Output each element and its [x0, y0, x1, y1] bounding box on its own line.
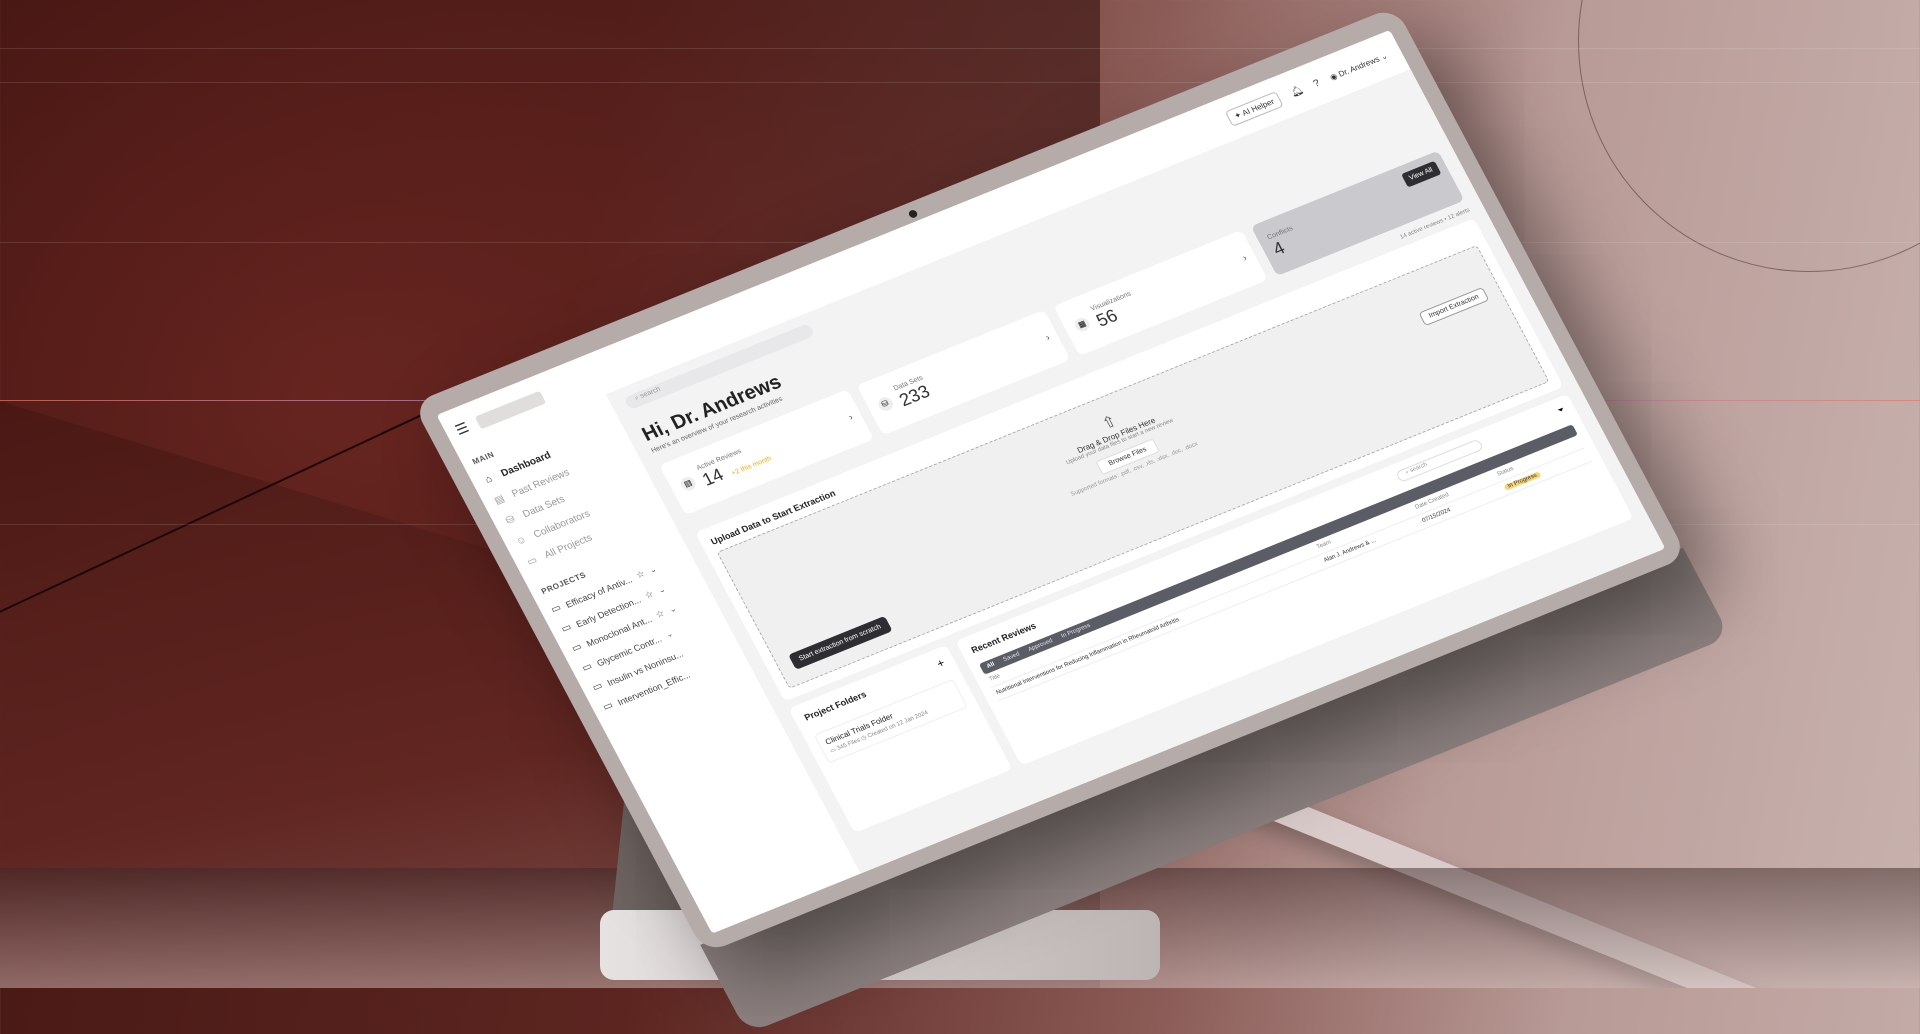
chevron-down-icon[interactable]: ⌄ [648, 565, 658, 576]
folder-icon: ▭ [525, 554, 540, 569]
guide-line [0, 48, 1920, 49]
star-icon[interactable]: ☆ [654, 608, 667, 621]
menu-icon[interactable]: ☰ [452, 419, 472, 439]
home-icon: ⌂ [483, 473, 495, 486]
presentation-icon: ▦ [1072, 315, 1093, 334]
star-icon[interactable]: ☆ [643, 589, 656, 602]
start-extraction-button[interactable]: Start extraction from scratch [788, 616, 893, 670]
folder-icon: ▭ [601, 699, 616, 714]
folder-icon: ▭ [580, 660, 595, 675]
chevron-right-icon: › [846, 411, 856, 424]
database-icon: ⛁ [875, 395, 896, 414]
star-icon[interactable]: ☆ [634, 568, 647, 581]
stat-delta: +2 this month [730, 455, 773, 478]
view-all-button[interactable]: View All [1400, 160, 1442, 188]
folder-icon: ▭ [590, 680, 605, 694]
logo [474, 390, 546, 430]
chevron-down-icon[interactable]: ⌄ [667, 604, 677, 615]
search-placeholder: search [639, 385, 662, 400]
chevron-down-icon: ⌄ [1378, 50, 1390, 62]
sidebar-item-label: All Projects [542, 532, 595, 561]
ai-helper-label: AI Helper [1240, 96, 1276, 118]
help-icon[interactable]: ? [1311, 77, 1321, 89]
folder-icon: ▭ [569, 641, 584, 655]
chevron-right-icon: › [1043, 332, 1053, 344]
search-placeholder: search [1408, 461, 1429, 475]
database-icon: ⛁ [504, 514, 518, 527]
document-icon: ▤ [492, 493, 507, 507]
bell-icon[interactable]: 🔔︎ [1288, 84, 1305, 99]
stat-value: 4 [1269, 237, 1289, 260]
chevron-right-icon: › [1240, 252, 1250, 264]
chevron-down-icon[interactable]: ⌄ [657, 585, 667, 596]
folder-icon: ▭ [549, 602, 564, 616]
folder-card[interactable]: Clinical Trials Folder ▭ 345 Files ◷ Cre… [813, 678, 969, 764]
user-name: Dr. Andrews [1336, 54, 1381, 79]
users-icon: ☺ [514, 534, 529, 548]
tab-all[interactable]: All [986, 662, 996, 670]
stat-label: Conflicts [1266, 225, 1295, 242]
user-menu[interactable]: ◉ Dr. Andrews ⌄ [1328, 51, 1389, 82]
folder-icon: ▭ [559, 621, 574, 636]
guide-line [0, 82, 1920, 83]
decorative-circle [1578, 0, 1920, 272]
ai-helper-button[interactable]: ✦ AI Helper [1224, 90, 1284, 127]
document-icon: ▤ [678, 474, 699, 493]
chevron-down-icon[interactable]: ⌄ [664, 629, 674, 640]
sidebar-item-label: Data Sets [520, 493, 567, 521]
